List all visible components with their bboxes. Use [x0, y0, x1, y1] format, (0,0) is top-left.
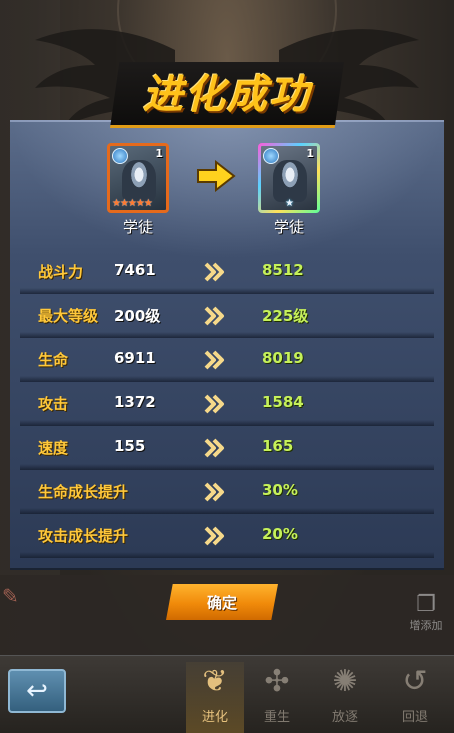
stat-row: 最大等级 200级 225级 — [20, 294, 434, 338]
hero-portrait — [122, 160, 156, 202]
stat-new-value: 225级 — [262, 307, 309, 325]
stat-row: 生命成长提升 30% — [20, 470, 434, 514]
side-add-button[interactable]: ❐ 增添加 — [404, 592, 448, 633]
stat-row: 生命 6911 8019 — [20, 338, 434, 382]
hero-portrait — [273, 160, 307, 202]
stat-label: 生命 — [38, 351, 69, 369]
stat-new-value: 8512 — [262, 261, 304, 279]
rebirth-icon: ✣ — [264, 664, 290, 699]
tab-label: 进化 — [201, 710, 228, 725]
stat-old-value: 7461 — [114, 261, 156, 279]
hero-card-before: 1 ★★★★★ — [107, 143, 169, 213]
stat-new-value: 165 — [262, 437, 294, 455]
stat-old-value: 6911 — [114, 349, 156, 367]
stat-row: 速度 155 165 — [20, 426, 434, 470]
tab-label: 重生 — [263, 710, 290, 725]
stat-label: 速度 — [38, 439, 69, 457]
side-add-label: 增添加 — [409, 619, 443, 632]
double-chevron-right-icon — [204, 306, 224, 326]
tab-label: 放逐 — [331, 710, 358, 725]
stat-new-value: 20% — [262, 525, 298, 543]
hero-card-after: 1 ★ — [258, 143, 320, 213]
stat-label: 最大等级 — [38, 307, 99, 325]
tab-evolve[interactable]: ❦ 进化 — [186, 662, 244, 733]
arrow-right-icon — [197, 160, 236, 192]
double-chevron-right-icon — [204, 350, 224, 370]
stat-label: 攻击 — [38, 395, 69, 413]
back-arrow-icon: ↩ — [26, 676, 48, 706]
double-chevron-right-icon — [204, 438, 224, 458]
stat-row: 攻击成长提升 20% — [20, 514, 434, 558]
element-badge-icon — [263, 148, 279, 164]
stat-old-value: 155 — [114, 437, 146, 455]
hero-name-after: 学徒 — [273, 218, 304, 236]
stat-old-value: 200级 — [114, 307, 161, 325]
stat-comparison-list: 战斗力 7461 8512 最大等级 200级 225级 生命 6911 801… — [20, 250, 434, 558]
stat-new-value: 1584 — [262, 393, 304, 411]
card-level: 1 — [155, 147, 163, 160]
side-item-icon: ✎ — [2, 584, 19, 608]
exile-icon: ✺ — [332, 664, 358, 699]
stat-label: 生命成长提升 — [38, 483, 129, 501]
double-chevron-right-icon — [204, 482, 224, 502]
tab-rollback[interactable]: ↺ 回退 — [386, 662, 444, 733]
bookmark-icon: ❐ — [416, 592, 436, 617]
confirm-button[interactable]: 确定 — [166, 584, 278, 620]
double-chevron-right-icon — [204, 262, 224, 282]
stat-row: 战斗力 7461 8512 — [20, 250, 434, 294]
stat-row: 攻击 1372 1584 — [20, 382, 434, 426]
stat-old-value: 1372 — [114, 393, 156, 411]
star-rating: ★ — [285, 198, 294, 209]
star-rating: ★★★★★ — [112, 198, 153, 209]
double-chevron-right-icon — [204, 526, 224, 546]
stat-new-value: 8019 — [262, 349, 304, 367]
rollback-icon: ↺ — [402, 664, 428, 699]
tab-rebirth[interactable]: ✣ 重生 — [248, 662, 306, 733]
double-chevron-right-icon — [204, 394, 224, 414]
page-title: 进化成功 — [143, 72, 311, 118]
stat-label: 攻击成长提升 — [38, 527, 129, 545]
stat-label: 战斗力 — [38, 263, 84, 281]
hero-name-before: 学徒 — [122, 218, 153, 236]
element-badge-icon — [112, 148, 128, 164]
tab-exile[interactable]: ✺ 放逐 — [316, 662, 374, 733]
stat-new-value: 30% — [262, 481, 298, 499]
tab-label: 回退 — [401, 710, 428, 725]
back-button[interactable]: ↩ — [8, 669, 66, 713]
card-level: 1 — [306, 147, 314, 160]
wing-icon: ❦ — [202, 664, 228, 699]
